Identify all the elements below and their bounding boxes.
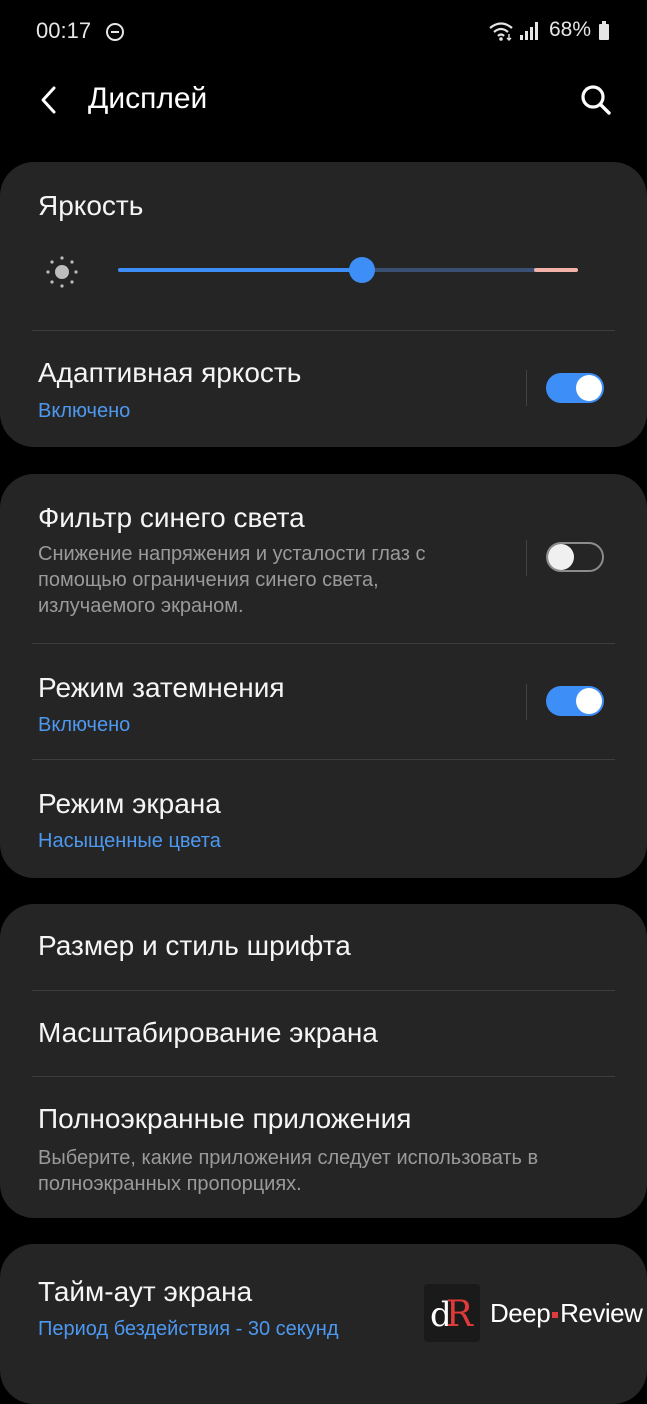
brightness-label: Яркость bbox=[38, 190, 144, 221]
screen-timeout-title: Тайм-аут экрана bbox=[38, 1276, 253, 1307]
dark-mode-toggle[interactable] bbox=[546, 686, 604, 716]
watermark-dot bbox=[552, 1312, 559, 1318]
watermark-logo-letters: dR bbox=[430, 1294, 473, 1335]
watermark-word-1: Deep bbox=[490, 1298, 551, 1328]
dark-mode-title: Режим затемнения bbox=[38, 672, 285, 703]
font-size-style-row[interactable]: Размер и стиль шрифта bbox=[0, 904, 647, 990]
page-title: Дисплей bbox=[88, 82, 208, 115]
screen-zoom-row[interactable]: Масштабирование экрана bbox=[0, 991, 647, 1076]
fullscreen-apps-row[interactable]: Полноэкранные приложения Выберите, какие… bbox=[0, 1077, 647, 1218]
wifi-icon bbox=[489, 22, 513, 41]
brightness-slider-end bbox=[534, 268, 578, 272]
screen-mode-title: Режим экрана bbox=[38, 788, 221, 819]
toggle-knob bbox=[548, 544, 574, 570]
app-header: Дисплей bbox=[0, 64, 647, 144]
screen-mode-row[interactable]: Режим экрана Насыщенные цвета bbox=[0, 760, 647, 878]
blue-light-filter-title: Фильтр синего света bbox=[38, 502, 305, 533]
adaptive-brightness-title: Адаптивная яркость bbox=[38, 357, 302, 388]
watermark-logo: dR bbox=[424, 1284, 480, 1342]
watermark-text: Deep Review bbox=[490, 1298, 643, 1329]
brightness-card: Яркость Адаптивная яркость Включено bbox=[0, 162, 647, 447]
signal-icon bbox=[520, 22, 538, 40]
display-options-card: Фильтр синего света Снижение напряжения … bbox=[0, 474, 647, 878]
sun-icon bbox=[46, 256, 78, 288]
chevron-left-icon[interactable] bbox=[34, 84, 66, 116]
brightness-slider-thumb[interactable] bbox=[348, 257, 375, 283]
toggle-knob bbox=[576, 688, 602, 714]
dark-mode-status: Включено bbox=[38, 714, 131, 736]
toggle-separator bbox=[526, 370, 527, 406]
battery-icon bbox=[599, 21, 609, 40]
blue-light-filter-description: Снижение напряжения и усталости глаз с п… bbox=[38, 543, 426, 617]
deep-review-watermark: dR Deep Review bbox=[424, 1284, 643, 1344]
fullscreen-apps-title: Полноэкранные приложения bbox=[38, 1103, 412, 1134]
do-not-disturb-icon bbox=[106, 23, 124, 41]
font-size-style-title: Размер и стиль шрифта bbox=[38, 930, 351, 961]
toggle-separator bbox=[526, 684, 527, 720]
search-icon[interactable] bbox=[578, 82, 614, 118]
watermark-word-2: Review bbox=[560, 1298, 643, 1328]
adaptive-brightness-toggle[interactable] bbox=[546, 373, 604, 403]
toggle-separator bbox=[526, 540, 527, 576]
battery-percent: 68% bbox=[549, 18, 592, 41]
screen-mode-value: Насыщенные цвета bbox=[38, 830, 221, 852]
brightness-slider[interactable] bbox=[118, 257, 578, 283]
toggle-knob bbox=[576, 375, 602, 401]
status-bar: 00:17 68% bbox=[0, 0, 647, 64]
adaptive-brightness-status: Включено bbox=[38, 400, 131, 422]
brightness-slider-fill bbox=[118, 268, 362, 272]
appearance-card: Размер и стиль шрифта Масштабирование эк… bbox=[0, 904, 647, 1218]
screen-timeout-value: Период бездействия - 30 секунд bbox=[38, 1318, 339, 1340]
status-time: 00:17 bbox=[36, 18, 92, 43]
fullscreen-apps-description: Выберите, какие приложения следует испол… bbox=[38, 1147, 539, 1195]
screen-zoom-title: Масштабирование экрана bbox=[38, 1017, 378, 1048]
blue-light-filter-toggle[interactable] bbox=[546, 542, 604, 572]
